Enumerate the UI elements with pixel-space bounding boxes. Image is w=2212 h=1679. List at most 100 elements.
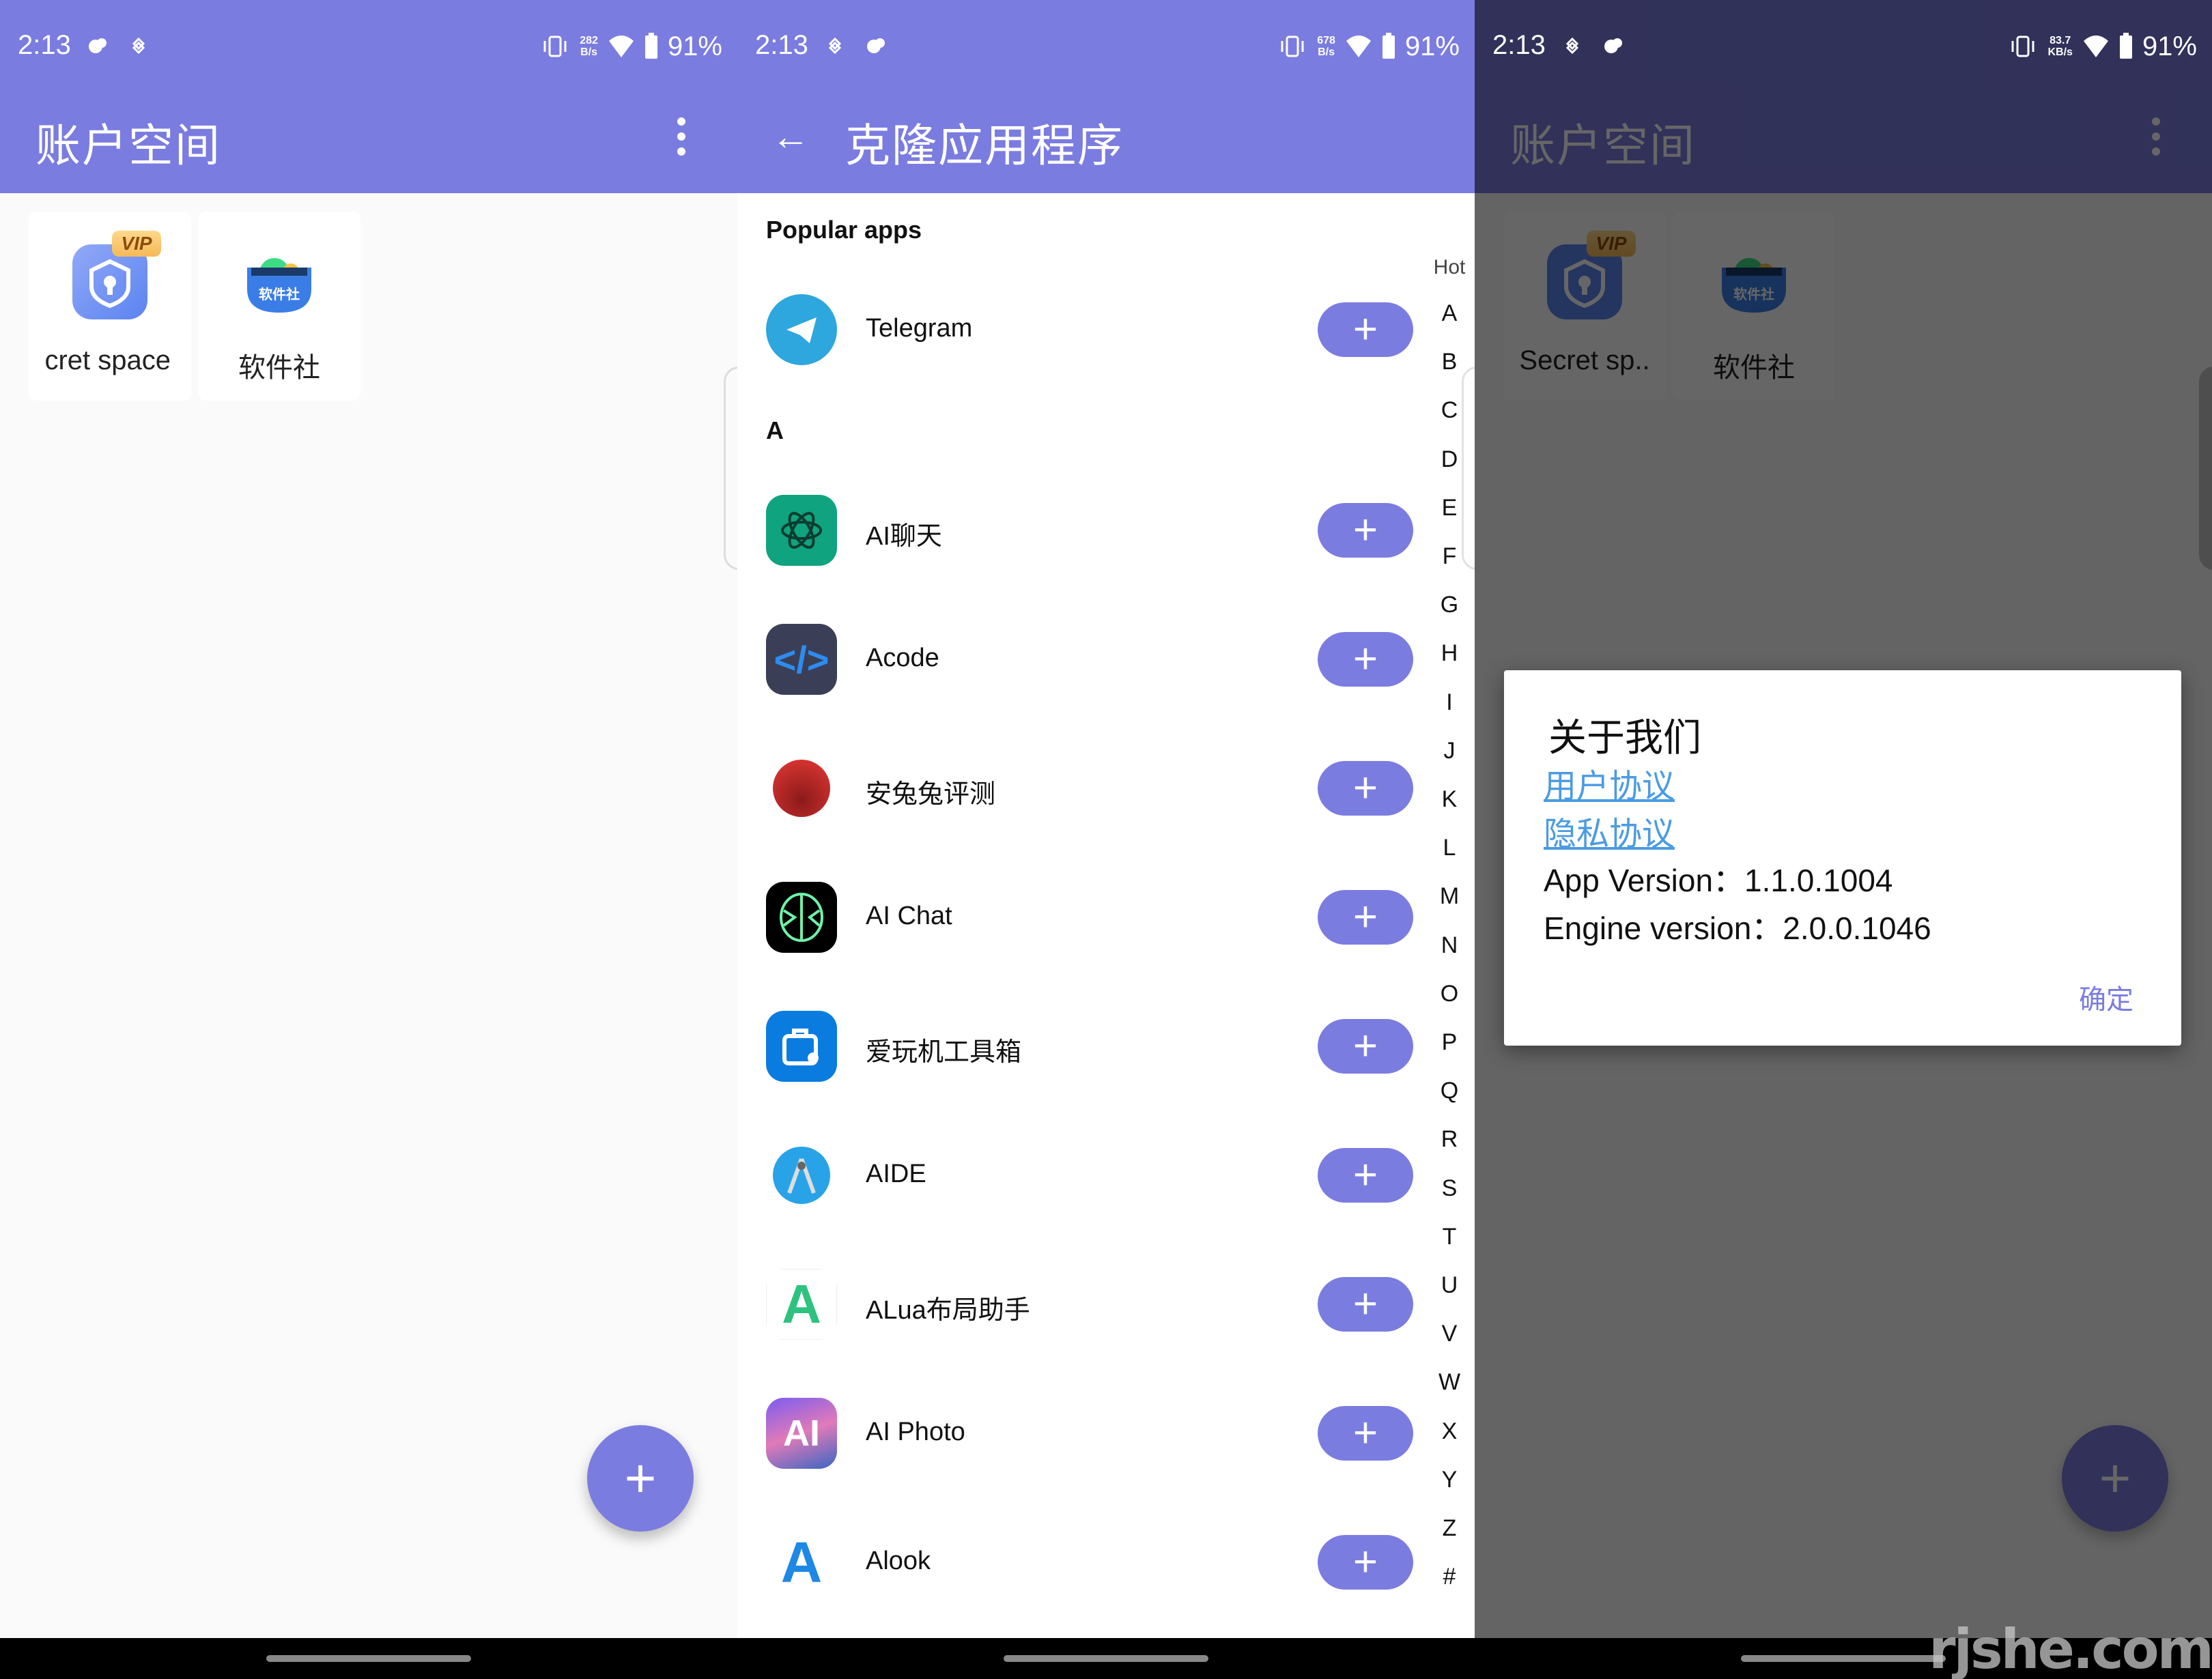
status-bar: 2:13 83.7 KB/s 91%: [1475, 0, 2212, 89]
speed-unit: KB/s: [2047, 46, 2073, 58]
add-clone-button[interactable]: +: [1318, 1019, 1413, 1074]
index-letter[interactable]: Hot: [1430, 256, 1469, 279]
app-name: AIDE: [866, 1160, 926, 1188]
status-bar: 2:13 678 B/s 91%: [737, 0, 1475, 89]
index-letter[interactable]: Z: [1430, 1515, 1469, 1542]
index-letter[interactable]: N: [1430, 932, 1469, 959]
add-clone-button[interactable]: +: [1318, 890, 1413, 945]
app-name: ALua布局助手: [866, 1296, 1030, 1325]
link-sync-icon: [1565, 37, 1579, 55]
index-letter[interactable]: #: [1430, 1564, 1469, 1590]
index-letter[interactable]: M: [1430, 883, 1469, 910]
edge-panel-handle[interactable]: [724, 367, 737, 570]
chat-bubble-icon: [89, 38, 107, 53]
index-letter[interactable]: U: [1430, 1272, 1469, 1299]
icon-text: 软件社: [259, 286, 300, 302]
index-letter[interactable]: G: [1430, 592, 1469, 618]
battery-percent: 91%: [667, 31, 722, 61]
battery-icon: [1382, 33, 1395, 59]
add-space-fab[interactable]: +: [587, 1425, 694, 1532]
app-row[interactable]: AI AI Photo +: [737, 1382, 1427, 1484]
clone-apps-screen: ← 克隆应用程序 2:13 678 B/s 91% Popular apps Te…: [737, 0, 1475, 1679]
vibrate-icon: [2011, 35, 2034, 57]
home-gesture-handle[interactable]: [266, 1655, 471, 1662]
dot: [677, 117, 685, 126]
more-options-button[interactable]: [673, 117, 690, 156]
app-name: 安兔兔评测: [866, 780, 996, 809]
software-club-icon: 软件社: [247, 258, 311, 313]
app-name: AI聊天: [866, 522, 942, 551]
account-space-screen: 账户空间 2:13 282 B/s 91% VIP cret space 软件社 …: [0, 0, 737, 1679]
battery-icon: [2119, 33, 2132, 59]
index-letter[interactable]: W: [1430, 1369, 1469, 1396]
home-gesture-handle[interactable]: [1004, 1655, 1208, 1662]
antutu-icon: [766, 753, 837, 824]
clock: 2:13: [18, 30, 71, 60]
acode-icon: </>: [766, 624, 837, 695]
index-letter[interactable]: H: [1430, 640, 1469, 667]
app-version: App Version：1.1.0.1004: [1544, 863, 1893, 898]
home-gesture-handle[interactable]: [1741, 1655, 1946, 1662]
app-row[interactable]: AI Chat +: [737, 866, 1427, 968]
app-row[interactable]: AIDE +: [737, 1124, 1427, 1226]
index-letter[interactable]: J: [1430, 738, 1469, 764]
dialog-title: 关于我们: [1548, 716, 1701, 759]
add-clone-button[interactable]: +: [1318, 1277, 1413, 1332]
alua-icon: A: [766, 1269, 837, 1340]
clock: 2:13: [1492, 30, 1546, 60]
add-clone-button[interactable]: +: [1318, 1406, 1413, 1461]
app-row[interactable]: 安兔兔评测 +: [737, 737, 1427, 840]
index-letter[interactable]: S: [1430, 1175, 1469, 1202]
index-letter[interactable]: X: [1430, 1418, 1469, 1445]
app-row[interactable]: AI聊天 +: [737, 479, 1427, 582]
status-bar: 2:13 282 B/s 91%: [0, 0, 737, 89]
index-letter[interactable]: P: [1430, 1029, 1469, 1056]
space-label: 软件社: [238, 353, 320, 383]
index-letter[interactable]: B: [1430, 349, 1469, 375]
app-row-telegram[interactable]: Telegram +: [737, 278, 1427, 381]
app-row[interactable]: A ALua布局助手 +: [737, 1253, 1427, 1355]
app-row[interactable]: </> Acode +: [737, 608, 1427, 711]
battery-icon: [644, 33, 657, 59]
index-letter[interactable]: L: [1430, 835, 1469, 861]
index-letter[interactable]: O: [1430, 981, 1469, 1007]
speed-value: 83.7: [2050, 35, 2071, 46]
index-letter[interactable]: V: [1430, 1321, 1469, 1347]
back-arrow-icon[interactable]: ←: [771, 116, 812, 157]
index-letter[interactable]: K: [1430, 786, 1469, 813]
add-clone-button[interactable]: +: [1318, 761, 1413, 816]
ai-chat-cn-icon: [766, 495, 837, 566]
add-clone-button[interactable]: +: [1318, 302, 1413, 357]
app-name: 爱玩机工具箱: [866, 1038, 1022, 1067]
add-clone-button[interactable]: +: [1318, 632, 1413, 687]
about-dialog: 关于我们 用户协议 隐私协议 App Version：1.1.0.1004 En…: [1504, 670, 2181, 1046]
user-agreement-link[interactable]: 用户协议: [1544, 759, 1675, 807]
index-letter[interactable]: Y: [1430, 1467, 1469, 1493]
index-letter[interactable]: A: [1430, 300, 1469, 327]
app-name: Acode: [866, 644, 939, 672]
add-clone-button[interactable]: +: [1318, 1148, 1413, 1203]
space-card-secret-space[interactable]: VIP cret space: [29, 212, 191, 401]
speed-unit: B/s: [580, 46, 598, 58]
index-letter[interactable]: R: [1430, 1126, 1469, 1153]
vibrate-icon: [1281, 35, 1304, 57]
telegram-icon: [766, 294, 837, 365]
speed-value: 678: [1317, 35, 1335, 46]
privacy-policy-link[interactable]: 隐私协议: [1544, 807, 1675, 855]
index-letter[interactable]: Q: [1430, 1078, 1469, 1104]
space-card-software-club[interactable]: 软件社 软件社: [198, 212, 360, 401]
dot: [677, 132, 685, 141]
edge-panel-handle[interactable]: [1462, 367, 1475, 570]
ok-button[interactable]: 确定: [2079, 977, 2133, 1017]
watermark: rjshe.com: [1929, 1618, 2212, 1679]
space-label: cret space: [44, 345, 171, 375]
section-header-popular: Popular apps: [766, 216, 922, 244]
index-letter[interactable]: T: [1430, 1224, 1469, 1250]
add-clone-button[interactable]: +: [1318, 503, 1413, 558]
alook-icon: A: [766, 1527, 837, 1598]
app-name: Telegram: [866, 314, 973, 343]
app-row[interactable]: A Alook +: [737, 1511, 1427, 1613]
index-letter[interactable]: I: [1430, 689, 1469, 716]
add-clone-button[interactable]: +: [1318, 1535, 1413, 1590]
app-row[interactable]: 爱玩机工具箱 +: [737, 995, 1427, 1097]
